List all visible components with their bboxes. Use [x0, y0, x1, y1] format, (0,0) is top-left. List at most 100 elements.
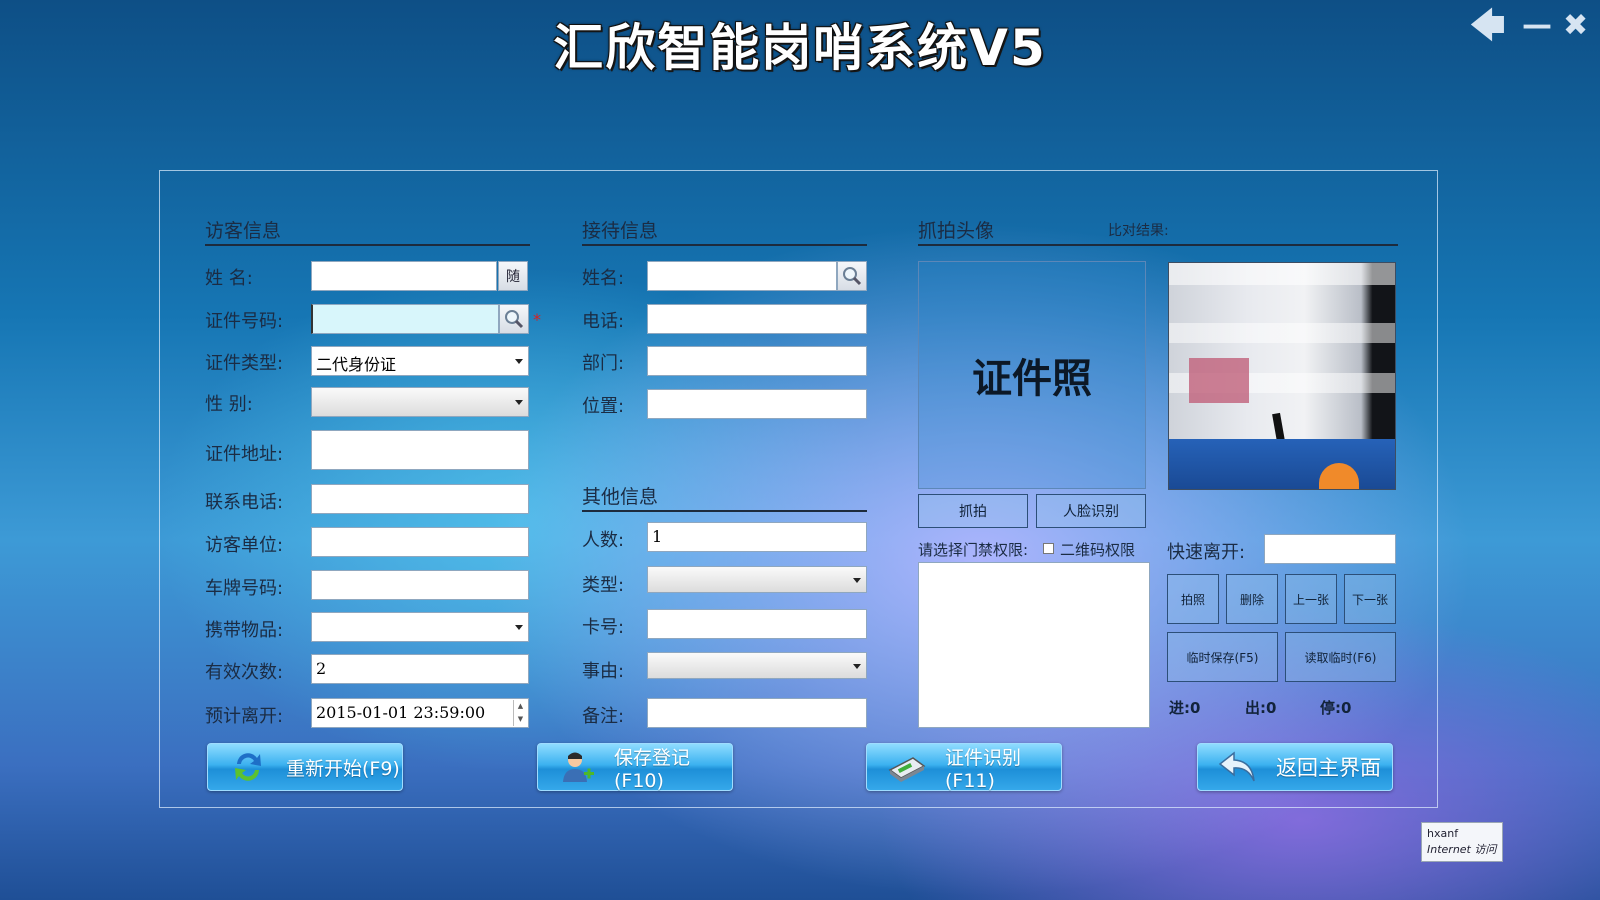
tooltip-line2: Internet 访问 [1427, 843, 1497, 856]
host-position-label: 位置: [582, 396, 625, 417]
leave-time-input[interactable]: 2015-01-01 23:59:00 ▲ ▼ [311, 698, 529, 728]
remark-label: 备注: [582, 706, 625, 727]
host-dept-label: 部门: [582, 353, 625, 374]
spin-up-icon[interactable]: ▲ [514, 700, 527, 713]
id-number-input[interactable] [311, 304, 499, 334]
reception-section-title: 接待信息 [582, 220, 659, 242]
card-input[interactable] [647, 609, 867, 639]
back-arrow-icon[interactable]: 🡄 [1470, 8, 1505, 44]
other-section-title: 其他信息 [582, 486, 659, 508]
compare-result-label: 比对结果: [1108, 223, 1169, 239]
refresh-arrows-icon [228, 748, 268, 786]
visitor-name-input[interactable] [311, 261, 497, 291]
host-phone-label: 电话: [582, 311, 625, 332]
magnifier-icon [843, 267, 862, 286]
id-recognition-button[interactable]: 证件识别(F11) [866, 743, 1062, 792]
random-name-button[interactable]: 随 [498, 261, 528, 291]
remark-input[interactable] [647, 698, 867, 728]
restart-button[interactable]: 重新开始(F9) [207, 743, 403, 791]
tooltip-line1: hxanf [1427, 827, 1459, 840]
qr-permission-checkbox[interactable] [1043, 543, 1054, 554]
id-type-select[interactable]: 二代身份证 [311, 346, 529, 376]
reception-divider [582, 244, 867, 246]
read-temp-button[interactable]: 读取临时(F6) [1285, 632, 1396, 682]
camera-scene-floor [1169, 439, 1395, 489]
face-recognition-button[interactable]: 人脸识别 [1036, 494, 1146, 528]
type-label: 类型: [582, 575, 625, 596]
other-divider [582, 510, 867, 512]
snap-button[interactable]: 抓拍 [918, 494, 1028, 528]
return-home-label: 返回主界面 [1276, 756, 1381, 780]
chevron-down-icon [853, 578, 861, 583]
id-search-button[interactable] [499, 304, 529, 334]
access-permission-label: 请选择门禁权限: [918, 541, 1029, 559]
id-photo-placeholder: 证件照 [972, 356, 1092, 402]
visitor-section-title: 访客信息 [205, 220, 282, 242]
id-recognition-label: 证件识别(F11) [945, 746, 1022, 792]
app-title: 汇欣智能岗哨系统V5 [553, 19, 1047, 77]
return-home-button[interactable]: 返回主界面 [1197, 743, 1393, 791]
host-phone-input[interactable] [647, 304, 867, 334]
plate-input[interactable] [311, 570, 529, 600]
save-registration-label: 保存登记(F10) [614, 746, 691, 792]
count-input[interactable]: 1 [647, 522, 867, 552]
chevron-down-icon [853, 664, 861, 669]
save-registration-button[interactable]: 保存登记(F10) [537, 743, 733, 792]
photo-button[interactable]: 拍照 [1167, 574, 1219, 624]
restart-label: 重新开始(F9) [286, 757, 400, 780]
access-permission-list[interactable] [918, 562, 1150, 728]
temp-save-button[interactable]: 临时保存(F5) [1167, 632, 1278, 682]
visitor-divider [205, 244, 530, 246]
visitor-company-input[interactable] [311, 527, 529, 557]
chevron-down-icon [515, 359, 523, 364]
id-type-value: 二代身份证 [316, 355, 397, 374]
required-asterisk: * [533, 310, 541, 329]
type-select[interactable] [647, 566, 867, 593]
time-spinner[interactable]: ▲ ▼ [513, 700, 527, 726]
quick-leave-input[interactable] [1264, 534, 1396, 564]
address-label: 证件地址: [205, 444, 284, 465]
id-type-label: 证件类型: [205, 353, 284, 374]
delete-button[interactable]: 删除 [1226, 574, 1278, 624]
return-arrow-icon [1218, 748, 1258, 786]
out-count: 出:0 [1245, 699, 1277, 717]
chevron-down-icon [515, 400, 523, 405]
visitor-company-label: 访客单位: [205, 535, 284, 556]
network-tooltip: hxanf Internet 访问 [1421, 822, 1503, 862]
chevron-down-icon [515, 625, 523, 630]
add-user-icon [558, 748, 596, 786]
qr-permission-label: 二维码权限 [1060, 541, 1136, 559]
address-input[interactable] [311, 430, 529, 470]
valid-times-input[interactable]: 2 [311, 654, 529, 684]
camera-scene-object [1189, 358, 1249, 403]
scanner-icon [887, 748, 927, 786]
spin-down-icon[interactable]: ▼ [514, 713, 527, 726]
reason-label: 事由: [582, 661, 625, 682]
items-select[interactable] [311, 612, 529, 642]
capture-divider [918, 244, 1398, 246]
reason-select[interactable] [647, 652, 867, 679]
id-photo-box: 证件照 [918, 261, 1146, 489]
quick-leave-label: 快速离开: [1167, 542, 1246, 563]
host-name-label: 姓名: [582, 268, 625, 289]
magnifier-icon [505, 310, 524, 329]
visitor-phone-input[interactable] [311, 484, 529, 514]
in-count: 进:0 [1169, 699, 1201, 717]
id-number-label: 证件号码: [205, 311, 284, 332]
host-search-button[interactable] [837, 261, 867, 291]
gender-select[interactable] [311, 387, 529, 417]
close-icon[interactable]: ✖ [1563, 8, 1588, 44]
visitor-phone-label: 联系电话: [205, 492, 284, 513]
card-label: 卡号: [582, 617, 625, 638]
leave-time-value: 2015-01-01 23:59:00 [316, 703, 486, 722]
count-label: 人数: [582, 530, 625, 551]
host-dept-input[interactable] [647, 346, 867, 376]
prev-photo-button[interactable]: 上一张 [1285, 574, 1337, 624]
capture-section-title: 抓拍头像 [918, 220, 995, 242]
host-name-input[interactable] [647, 261, 837, 291]
host-position-input[interactable] [647, 389, 867, 419]
next-photo-button[interactable]: 下一张 [1344, 574, 1396, 624]
visitor-name-label: 姓 名: [205, 268, 253, 289]
minimize-icon[interactable]: — [1522, 8, 1552, 44]
items-label: 携带物品: [205, 620, 284, 641]
